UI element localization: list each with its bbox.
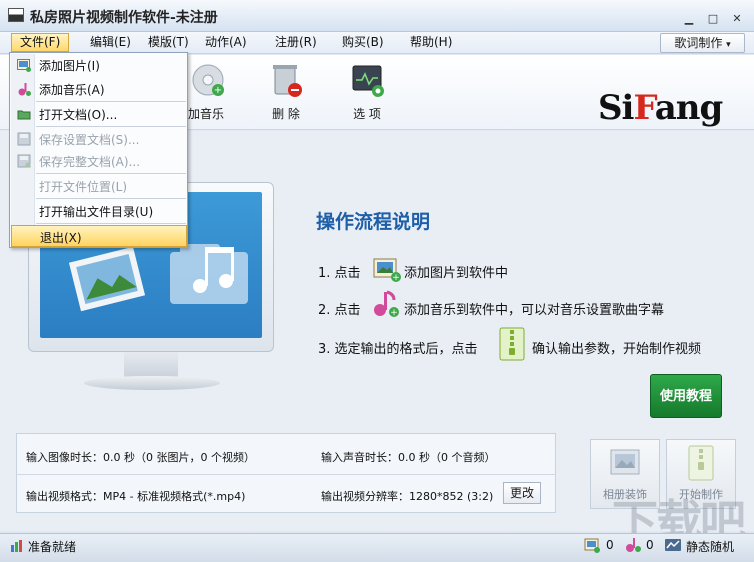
menu-template[interactable]: 模版(T) [140,33,197,52]
flow-step-1-suffix: 添加图片到软件中 [404,266,509,281]
menu-edit[interactable]: 编辑(E) [82,33,139,52]
menu-separator [36,126,186,127]
image-duration-text: 输入图像时长：0.0 秒（0 张图片，0 个视频） [26,451,255,464]
flow-title: 操作流程说明 [316,211,431,233]
save-icon [17,132,31,146]
lyric-make-button[interactable]: 歌词制作 ▾ [660,33,745,53]
menu-item-open-output-dir-label: 打开输出文件目录(U) [39,205,154,219]
menu-item-open-document-label: 打开文档(O)... [39,108,118,122]
delete-tool[interactable]: 删 除 [256,60,316,122]
output-format-text: 输出视频格式：MP4 - 标准视频格式(*.mp4) [26,490,246,503]
window-title: 私房照片视频制作软件-未注册 [30,10,218,26]
status-chart-icon [11,540,22,552]
menu-item-add-image[interactable]: 添加图片(I) [11,54,187,76]
status-image-icon [584,538,600,553]
menu-item-add-image-label: 添加图片(I) [39,59,100,73]
menu-bar: 文件(F) 编辑(E) 模版(T) 动作(A) 注册(R) 购买(B) 帮助(H… [0,32,754,54]
output-resolution-text: 输出视频分辨率：1280*852 (3:2) [321,490,494,503]
menu-item-add-music-label: 添加音乐(A) [39,83,105,97]
menu-separator [36,173,186,174]
menu-buy[interactable]: 购买(B) [334,33,392,52]
flow-step-2-prefix: 2. 点击 [318,303,361,318]
close-button[interactable]: ✕ [728,12,746,26]
menu-file[interactable]: 文件(F) [11,33,70,52]
menu-item-save-settings[interactable]: 保存设置文档(S)... [11,128,187,150]
menu-item-exit[interactable]: 退出(X) [11,225,187,247]
status-mode[interactable]: 静态随机 [686,538,734,555]
flow-step-1-prefix: 1. 点击 [318,266,361,281]
album-decor-icon [610,449,640,475]
save-all-icon [17,154,31,168]
tutorial-button[interactable]: 使用教程 [650,374,722,418]
flow-step-3-suffix: 确认输出参数，开始制作视频 [532,342,702,357]
menu-action[interactable]: 动作(A) [197,33,255,52]
svg-text:+: + [392,273,400,283]
delete-label: 删 除 [272,107,300,121]
settings-monitor-icon [352,65,384,97]
menu-item-save-full-label: 保存完整文档(A)... [39,155,141,169]
start-make-zip-icon [688,445,714,481]
zip-file-icon [499,327,525,361]
music-disc-icon: + [192,64,224,96]
status-mode-icon [665,539,681,551]
add-music-icon: + [374,290,399,318]
film-clapper-icon [8,8,24,22]
logo-accent: F [633,88,655,128]
audio-duration-text: 输入声音时长：0.0 秒（0 个音频） [321,451,496,464]
logo-prefix: Si [598,88,634,128]
add-image-icon: + [373,258,401,283]
info-divider [16,474,556,475]
flow-step-3-prefix: 3. 选定输出的格式后，点击 [318,342,478,357]
menu-item-open-document[interactable]: 打开文档(O)... [11,103,187,125]
status-music-icon [626,538,641,552]
status-image-count: 0 [606,538,614,552]
menu-item-add-music[interactable]: 添加音乐(A) [11,78,187,100]
trash-icon [273,65,302,97]
menu-separator [36,223,186,224]
flow-step-1: 1. 点击 [318,262,361,281]
svg-text:+: + [390,308,398,318]
lyric-make-label: 歌词制作 [674,36,723,50]
minimize-button[interactable]: ▁ [680,12,698,26]
menu-item-exit-label: 退出(X) [40,231,82,245]
monitor-base [84,376,220,390]
menu-item-open-file-location[interactable]: 打开文件位置(L) [11,175,187,197]
add-music-icon [18,83,31,96]
title-bar: 私房照片视频制作软件-未注册 ▁ □ ✕ [0,0,754,32]
menu-item-open-file-location-label: 打开文件位置(L) [39,180,128,194]
monitor-stand [124,352,178,378]
flow-step-3: 3. 选定输出的格式后，点击 [318,338,478,357]
svg-text:+: + [214,85,222,96]
menu-item-open-output-dir[interactable]: 打开输出文件目录(U) [11,200,187,222]
change-button[interactable]: 更改 [503,482,541,504]
flow-step-2: 2. 点击 [318,299,361,318]
open-folder-icon [17,110,31,120]
menu-item-save-settings-label: 保存设置文档(S)... [39,133,140,147]
options-tool[interactable]: 选 项 [337,60,397,122]
maximize-button[interactable]: □ [704,12,722,26]
menu-register[interactable]: 注册(R) [267,33,325,52]
chevron-down-icon: ▾ [726,40,731,50]
menu-separator [36,198,186,199]
flow-step-2-suffix: 添加音乐到软件中，可以对音乐设置歌曲字幕 [404,303,665,318]
status-ready: 准备就绪 [28,540,77,554]
logo-suffix: ang [654,88,724,128]
add-image-icon [17,59,31,72]
menu-separator [36,101,186,102]
sifang-logo: SiFang [598,88,724,128]
status-music-count: 0 [646,538,654,552]
file-menu-dropdown: 添加图片(I) 添加音乐(A) 打开文档(O)... 保存设置文档(S)... … [9,52,188,248]
menu-item-save-full[interactable]: 保存完整文档(A)... [11,150,187,172]
options-label: 选 项 [353,107,381,121]
menu-help[interactable]: 帮助(H) [402,33,460,52]
